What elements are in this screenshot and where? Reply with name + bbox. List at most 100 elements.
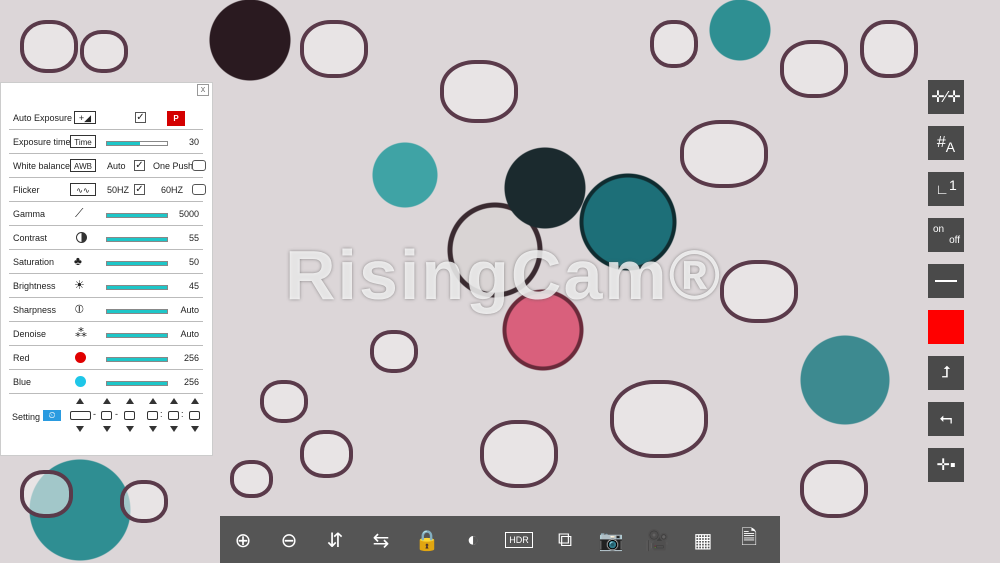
minute-down-arrow[interactable] bbox=[170, 426, 178, 432]
auto-exposure-row: Auto Exposure +◢ ✓ P bbox=[9, 107, 203, 130]
contrast-slider[interactable] bbox=[106, 237, 168, 242]
flicker-50hz-checkbox[interactable]: ✓ bbox=[134, 184, 145, 195]
flicker-row: Flicker ∿∿ 50HZ ✓ 60HZ bbox=[9, 179, 206, 202]
close-icon[interactable]: x bbox=[197, 84, 209, 96]
sharpness-slider[interactable] bbox=[106, 309, 168, 314]
hour-down-arrow[interactable] bbox=[149, 426, 157, 432]
crosshair-save-button[interactable]: ✛▪ bbox=[928, 448, 964, 482]
second-up-arrow[interactable] bbox=[191, 398, 199, 404]
gallery-button[interactable]: ▦ bbox=[686, 524, 720, 556]
hour-up-arrow[interactable] bbox=[149, 398, 157, 404]
second-down-arrow[interactable] bbox=[191, 426, 199, 432]
wb-one-push-checkbox[interactable] bbox=[192, 160, 206, 171]
saturation-slider[interactable] bbox=[106, 261, 168, 266]
awb-icon: AWB bbox=[70, 159, 96, 172]
brightness-sun-icon: ☀ bbox=[74, 278, 85, 292]
snapshot-button[interactable]: 📷 bbox=[594, 524, 628, 556]
exposure-time-row: Exposure time Time 30 bbox=[9, 131, 203, 154]
gamma-label: Gamma bbox=[13, 209, 46, 219]
exposure-icon: +◢ bbox=[74, 111, 96, 124]
year-field[interactable] bbox=[70, 411, 91, 420]
day-field[interactable] bbox=[124, 411, 135, 420]
crosshair-toggle-button[interactable]: ✛⁄✛ bbox=[928, 80, 964, 114]
move-up-button[interactable]: ⮥ bbox=[928, 356, 964, 390]
exposure-time-slider[interactable] bbox=[106, 141, 168, 146]
brightness-label: Brightness bbox=[13, 281, 56, 291]
zoom-in-button[interactable]: ⊕ bbox=[226, 524, 260, 556]
sharpness-row: Sharpness ⦶ Auto bbox=[9, 299, 203, 322]
contrast-toggle-button[interactable]: ◐ bbox=[456, 524, 490, 556]
wb-auto-checkbox[interactable]: ✓ bbox=[134, 160, 145, 171]
flip-horizontal-button[interactable]: ⇆ bbox=[364, 524, 398, 556]
wb-one-push-label: One Push bbox=[153, 161, 194, 171]
red-gain-value: 256 bbox=[183, 353, 199, 363]
ruler-number-button[interactable]: ∟ 1 bbox=[928, 172, 964, 206]
flicker-60hz-label: 60HZ bbox=[161, 185, 184, 195]
time-separator-1: : bbox=[160, 409, 163, 419]
sharpness-value: Auto bbox=[180, 305, 199, 315]
ruler-number-text: 1 bbox=[948, 177, 957, 193]
day-up-arrow[interactable] bbox=[126, 398, 134, 404]
gamma-slider[interactable] bbox=[106, 213, 168, 218]
crosshair-save-icon: ✛▪ bbox=[936, 457, 956, 474]
year-down-arrow[interactable] bbox=[76, 426, 84, 432]
arrow-turn-left-icon: ⮢ bbox=[939, 410, 953, 427]
flicker-50hz-label: 50HZ bbox=[107, 185, 130, 195]
on-text: on bbox=[933, 224, 945, 235]
exposure-time-label: Exposure time bbox=[13, 137, 71, 147]
flip-vertical-button[interactable]: ⇵ bbox=[318, 524, 352, 556]
contrast-row: Contrast 55 bbox=[9, 227, 203, 250]
denoise-icon: ⁂ bbox=[75, 326, 87, 340]
arrow-turn-up-icon: ⮥ bbox=[941, 364, 951, 381]
blue-gain-slider[interactable] bbox=[106, 381, 168, 386]
sd-card-icon: 🗎 bbox=[740, 527, 758, 549]
setting-label: Setting bbox=[12, 412, 41, 422]
year-up-arrow[interactable] bbox=[76, 398, 84, 404]
picture-in-picture-icon: ⧉ bbox=[557, 528, 573, 551]
zoom-out-icon: ⊖ bbox=[280, 529, 298, 552]
denoise-slider[interactable] bbox=[106, 333, 168, 338]
zoom-out-button[interactable]: ⊖ bbox=[272, 524, 306, 556]
lock-button[interactable]: 🔒 bbox=[410, 524, 444, 556]
flip-horizontal-icon: ⇆ bbox=[372, 529, 390, 552]
off-text: off bbox=[949, 235, 960, 246]
grid-label-button[interactable]: # A bbox=[928, 126, 964, 160]
day-down-arrow[interactable] bbox=[126, 426, 134, 432]
month-down-arrow[interactable] bbox=[103, 426, 111, 432]
blue-gain-value: 256 bbox=[183, 377, 199, 387]
flicker-label: Flicker bbox=[13, 185, 40, 195]
crosshair-icon: ✛⁄✛ bbox=[931, 89, 961, 106]
clock-icon: ⏲ bbox=[43, 410, 61, 421]
flip-vertical-icon: ⇵ bbox=[326, 529, 344, 552]
blue-gain-row: Blue 256 bbox=[9, 371, 203, 394]
move-down-button[interactable]: ⮢ bbox=[928, 402, 964, 436]
blue-dot-icon bbox=[75, 376, 86, 387]
sd-card-button[interactable]: 🗎 bbox=[732, 524, 766, 556]
record-button[interactable]: 🎥 bbox=[640, 524, 674, 556]
brightness-slider[interactable] bbox=[106, 285, 168, 290]
color-picker-button[interactable] bbox=[928, 310, 964, 344]
minute-up-arrow[interactable] bbox=[170, 398, 178, 404]
red-gain-label: Red bbox=[13, 353, 30, 363]
month-up-arrow[interactable] bbox=[103, 398, 111, 404]
gamma-curve-icon: ⟋ bbox=[75, 206, 84, 220]
setting-row: Setting ⏲ - - : : bbox=[9, 395, 203, 435]
hdr-button[interactable]: HDR bbox=[502, 524, 536, 556]
month-field[interactable] bbox=[101, 411, 112, 420]
grid-hash-icon: # bbox=[936, 134, 946, 151]
line-width-button[interactable] bbox=[928, 264, 964, 298]
red-gain-slider[interactable] bbox=[106, 357, 168, 362]
exposure-time-icon: Time bbox=[70, 135, 96, 148]
saturation-icon: ♣ bbox=[74, 254, 82, 268]
saturation-row: Saturation ♣ 50 bbox=[9, 251, 203, 274]
overlay-onoff-button[interactable]: on off bbox=[928, 218, 964, 252]
hdr-icon: HDR bbox=[505, 532, 533, 548]
brightness-value: 45 bbox=[188, 281, 199, 291]
gamma-row: Gamma ⟋ 5000 bbox=[9, 203, 203, 226]
auto-exposure-checkbox[interactable]: ✓ bbox=[135, 112, 146, 123]
minute-field[interactable] bbox=[168, 411, 179, 420]
hour-field[interactable] bbox=[147, 411, 158, 420]
second-field[interactable] bbox=[189, 411, 200, 420]
flicker-60hz-checkbox[interactable] bbox=[192, 184, 206, 195]
picture-in-picture-button[interactable]: ⧉ bbox=[548, 524, 582, 556]
